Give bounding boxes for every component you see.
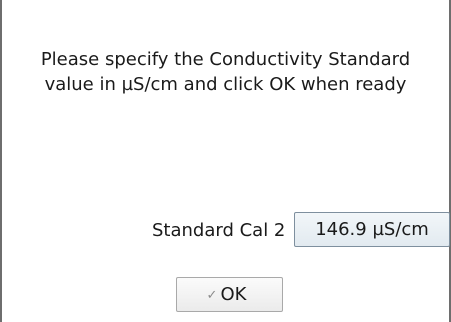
- instruction-line-2: value in µS/cm and click OK when ready: [44, 74, 407, 95]
- standard-value-field[interactable]: 146.9 µS/cm: [294, 212, 450, 247]
- ok-button-label: OK: [220, 284, 247, 305]
- check-icon: ✓: [206, 288, 218, 303]
- ok-button[interactable]: ✓ OK: [176, 277, 283, 312]
- instruction-text: Please specify the Conductivity Standard…: [2, 47, 449, 97]
- conductivity-standard-dialog: Please specify the Conductivity Standard…: [0, 0, 451, 322]
- instruction-line-1: Please specify the Conductivity Standard: [40, 49, 411, 70]
- standard-cal-label: Standard Cal 2: [152, 220, 286, 241]
